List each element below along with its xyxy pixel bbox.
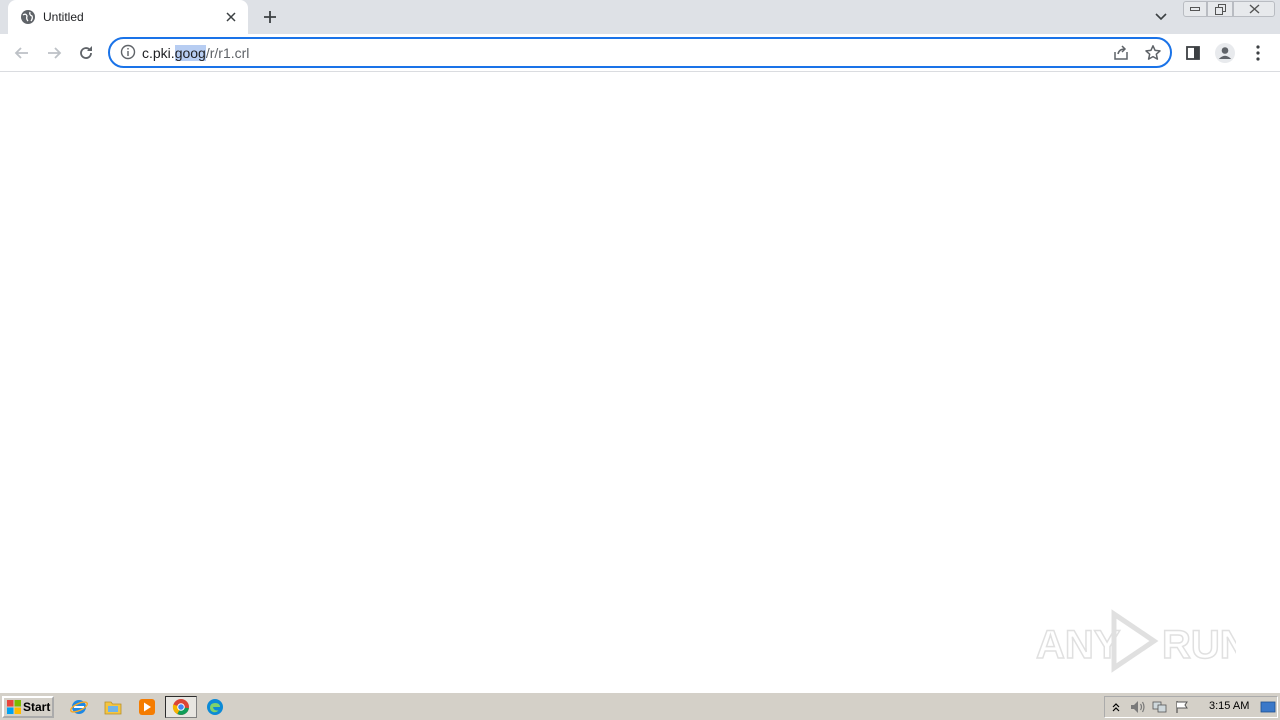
minimize-button[interactable] [1183, 1, 1207, 17]
tab-close-button[interactable] [222, 8, 240, 26]
close-icon [226, 12, 236, 22]
system-tray: 3:15 AM [1104, 696, 1278, 718]
restore-button[interactable] [1207, 1, 1233, 17]
restore-icon [1214, 3, 1226, 15]
taskbar-media[interactable] [136, 696, 158, 718]
tab-strip: Untitled [0, 0, 1280, 34]
more-vert-icon [1256, 45, 1260, 61]
taskbar-ie[interactable] [68, 696, 90, 718]
plus-icon [264, 11, 276, 23]
taskbar-chrome[interactable] [165, 696, 197, 718]
media-player-icon [139, 699, 155, 715]
tab-active[interactable]: Untitled [8, 0, 248, 34]
action-center-button[interactable] [1171, 697, 1193, 717]
tab-search-button[interactable] [1150, 6, 1172, 28]
info-icon[interactable] [120, 44, 136, 60]
url-path: /r/r1.crl [205, 45, 250, 61]
browser-toolbar: c.pki.goog/r/r1.crl [0, 34, 1280, 72]
tab-title: Untitled [43, 10, 84, 24]
show-hidden-icon [1112, 703, 1120, 712]
chevron-down-icon [1155, 13, 1167, 21]
svg-text:ANY: ANY [1036, 623, 1121, 667]
taskbar: Start 3:15 AM [0, 692, 1280, 720]
close-icon [1249, 4, 1259, 14]
start-label: Start [23, 700, 51, 714]
minimize-icon [1190, 7, 1200, 11]
window-close-button[interactable] [1233, 1, 1275, 17]
page-content [0, 72, 1280, 692]
side-panel-icon [1186, 46, 1200, 60]
url-host: c.pki. [142, 45, 175, 61]
file-explorer-icon [104, 701, 122, 715]
avatar-icon [1215, 43, 1235, 63]
forward-button[interactable] [40, 39, 68, 67]
edge-icon [207, 699, 223, 715]
show-desktop-icon [1260, 701, 1276, 713]
anyrun-watermark-logo: ANY RUN [1036, 609, 1236, 673]
action-center-flag-icon [1176, 701, 1188, 713]
arrow-left-icon [14, 47, 28, 59]
profile-button[interactable] [1212, 40, 1238, 66]
bookmark-star-icon[interactable] [1144, 44, 1162, 62]
network-icon [1152, 701, 1167, 713]
show-hidden-icons-button[interactable] [1105, 697, 1127, 717]
menu-button[interactable] [1245, 40, 1271, 66]
svg-text:RUN: RUN [1162, 623, 1236, 667]
address-bar[interactable]: c.pki.goog/r/r1.crl [108, 37, 1172, 68]
taskbar-clock[interactable]: 3:15 AM [1209, 700, 1249, 712]
share-icon[interactable] [1112, 44, 1130, 62]
chrome-icon [172, 699, 189, 715]
volume-button[interactable] [1127, 697, 1149, 717]
back-button[interactable] [8, 39, 36, 67]
url-text[interactable]: c.pki.goog/r/r1.crl [142, 45, 249, 61]
reload-icon [80, 46, 92, 59]
globe-icon [21, 10, 35, 24]
url-selection: goog [174, 45, 206, 61]
reload-button[interactable] [72, 39, 100, 67]
start-button[interactable]: Start [2, 696, 54, 718]
arrow-right-icon [48, 47, 62, 59]
taskbar-explorer[interactable] [102, 696, 124, 718]
volume-icon [1131, 701, 1145, 713]
taskbar-edge[interactable] [204, 696, 226, 718]
new-tab-button[interactable] [258, 5, 282, 29]
windows-logo-icon [7, 700, 21, 714]
side-panel-button[interactable] [1180, 40, 1206, 66]
show-desktop-button[interactable] [1257, 697, 1279, 717]
network-button[interactable] [1149, 697, 1171, 717]
internet-explorer-icon [70, 700, 88, 714]
